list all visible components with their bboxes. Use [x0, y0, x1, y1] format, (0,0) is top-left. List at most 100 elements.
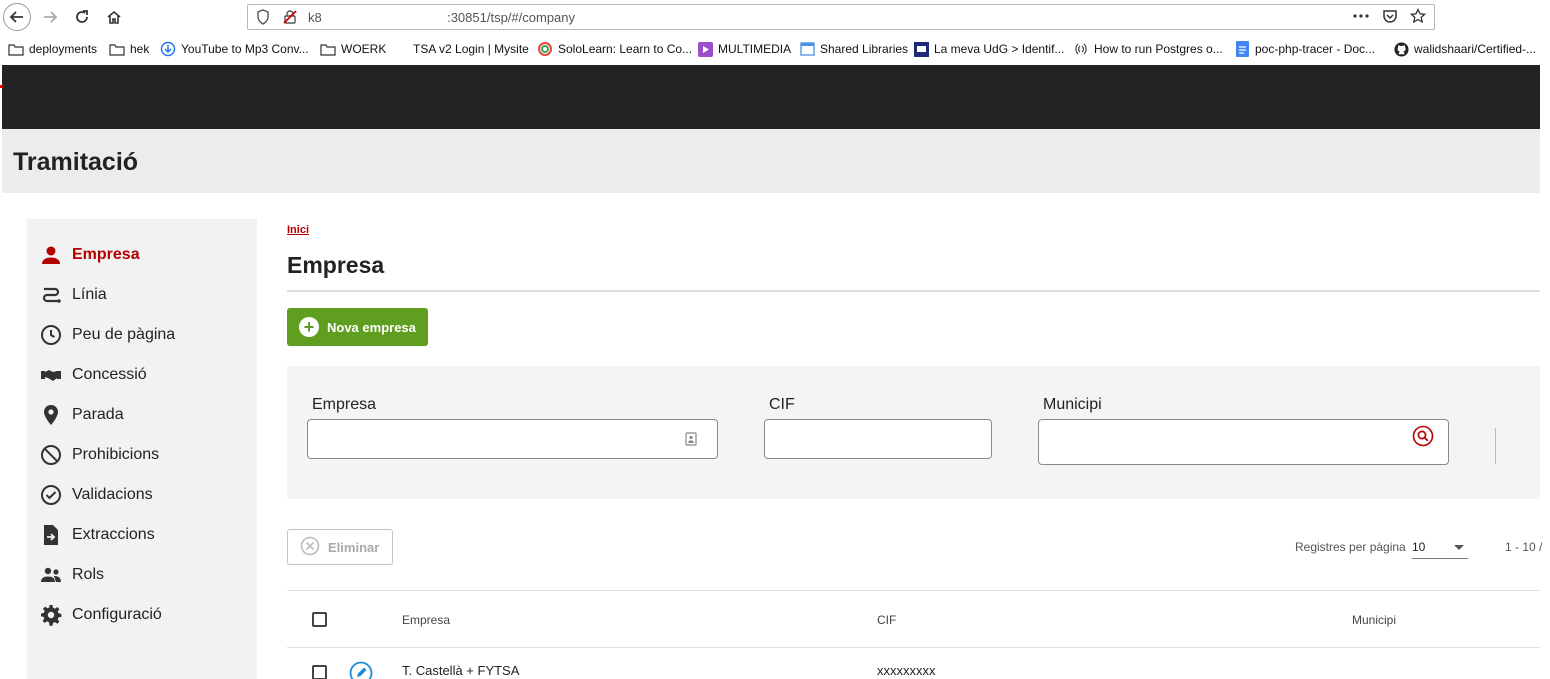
municipi-filter-input[interactable]: [1038, 419, 1449, 465]
page-size-value: 10: [1412, 540, 1426, 554]
reload-button[interactable]: [68, 3, 96, 31]
chevron-down-icon: [1454, 545, 1464, 550]
filter-cif-label: CIF: [769, 396, 795, 413]
bookmark-shared-libraries[interactable]: Shared Libraries: [799, 42, 908, 56]
folder-icon: [320, 42, 336, 56]
download-icon: [160, 41, 176, 57]
bookmarks-bar: deployments hek YouTube to Mp3 Conv... W…: [0, 38, 1550, 64]
sidebar-item-concessio[interactable]: Concessió: [40, 361, 147, 389]
bookmark-label: TSA v2 Login | Mysite: [413, 42, 529, 56]
bookmark-label: SoloLearn: Learn to Co...: [558, 42, 693, 56]
multimedia-icon: [697, 41, 713, 57]
breadcrumb-home-link[interactable]: Inici: [287, 224, 309, 236]
sidebar-item-peu-de-pagina[interactable]: Peu de pàgina: [40, 321, 175, 349]
sidebar-item-label: Prohibicions: [72, 446, 160, 463]
block-icon: [40, 444, 62, 466]
location-pin-icon: [40, 404, 62, 426]
app-top-bar: [2, 65, 1540, 129]
sidebar-item-label: Empresa: [72, 246, 140, 263]
title-divider: [287, 290, 1540, 292]
browser-toolbar: k8 :30851/tsp/#/company: [0, 0, 1550, 36]
sidebar-item-parada[interactable]: Parada: [40, 401, 124, 429]
bookmark-label: MULTIMEDIA: [718, 42, 792, 56]
cif-filter-input[interactable]: [764, 419, 992, 459]
cell-empresa: T. Castellà + FYTSA: [402, 663, 520, 678]
column-header-empresa[interactable]: Empresa: [402, 613, 450, 627]
bookmark-tsa-login[interactable]: TSA v2 Login | Mysite: [413, 42, 529, 56]
sidebar-item-configuracio[interactable]: Configuració: [40, 601, 162, 629]
sidebar-item-extraccions[interactable]: Extraccions: [40, 521, 155, 549]
route-icon: [40, 284, 62, 306]
column-header-cif[interactable]: CIF: [877, 613, 896, 627]
reload-icon: [76, 10, 88, 23]
sidebar-item-linia[interactable]: Línia: [40, 281, 107, 309]
check-circle-icon: [40, 484, 62, 506]
star-icon[interactable]: [1410, 8, 1426, 24]
filter-empresa-label: Empresa: [312, 396, 377, 413]
bookmark-label: hek: [130, 42, 150, 56]
sidebar-item-validacions[interactable]: Validacions: [40, 481, 153, 509]
home-button[interactable]: [100, 3, 128, 31]
filter-divider: [1495, 428, 1496, 464]
people-icon: [40, 564, 62, 586]
cancel-circle-icon: [300, 536, 320, 559]
row-checkbox[interactable]: [312, 665, 327, 679]
bookmark-multimedia[interactable]: MULTIMEDIA: [697, 41, 792, 57]
sidebar-item-rols[interactable]: Rols: [40, 561, 104, 589]
pocket-icon[interactable]: [1382, 8, 1398, 24]
sidebar-item-label: Rols: [72, 566, 105, 583]
pagination-range: 1 - 10 /: [1505, 540, 1543, 554]
cell-cif: xxxxxxxxx: [877, 663, 936, 678]
bookmark-label: YouTube to Mp3 Conv...: [181, 42, 309, 56]
insecure-lock-icon[interactable]: [282, 9, 298, 30]
edit-icon[interactable]: [349, 661, 373, 679]
clock-icon: [40, 324, 62, 346]
bookmark-deployments[interactable]: deployments: [8, 42, 97, 56]
bookmark-label: Shared Libraries: [820, 42, 909, 56]
forward-button[interactable]: [36, 3, 64, 31]
search-icon[interactable]: [1412, 425, 1434, 452]
shield-icon[interactable]: [256, 9, 270, 30]
page-size-select[interactable]: 10: [1412, 534, 1468, 559]
new-company-button[interactable]: + Nova empresa: [287, 308, 428, 346]
bookmark-udg[interactable]: La meva UdG > Identif...: [913, 41, 1064, 57]
table-row[interactable]: T. Castellà + FYTSA xxxxxxxxx: [287, 649, 1540, 679]
red-marker: [0, 85, 3, 88]
bookmark-label: How to run Postgres o...: [1094, 42, 1223, 56]
url-actions: [1352, 8, 1426, 24]
page-icon: [799, 42, 815, 56]
delete-button[interactable]: Eliminar: [287, 529, 393, 565]
folder-icon: [8, 42, 24, 56]
page-size-label: Registres per pàgina: [1295, 540, 1406, 554]
sidebar-item-label: Peu de pàgina: [72, 326, 176, 343]
bookmark-postgres[interactable]: How to run Postgres o...: [1073, 42, 1223, 56]
new-company-label: Nova empresa: [327, 319, 416, 335]
table-header: Empresa CIF Municipi: [287, 591, 1540, 648]
more-icon[interactable]: [1352, 13, 1370, 19]
bookmark-youtube-mp3[interactable]: YouTube to Mp3 Conv...: [160, 41, 309, 57]
bookmark-github[interactable]: walidshaari/Certified-...: [1393, 41, 1536, 57]
sidebar-item-label: Configuració: [72, 606, 162, 623]
github-icon: [1393, 41, 1409, 57]
bookmark-label: poc-php-tracer - Doc...: [1255, 42, 1376, 56]
bookmark-hek[interactable]: hek: [109, 42, 149, 56]
bookmark-woerk[interactable]: WOERK: [320, 42, 386, 56]
bookmark-poc-php-tracer[interactable]: poc-php-tracer - Doc...: [1234, 41, 1376, 57]
udg-icon: [913, 41, 929, 57]
back-button[interactable]: [3, 3, 31, 31]
url-suffix: :30851/tsp/#/company: [446, 10, 576, 25]
doc-icon: [1234, 41, 1250, 57]
address-bar[interactable]: k8 :30851/tsp/#/company: [247, 4, 1435, 30]
empresa-filter-input[interactable]: [307, 419, 718, 459]
column-header-municipi[interactable]: Municipi: [1352, 613, 1396, 627]
sidebar-item-empresa[interactable]: Empresa: [40, 241, 140, 269]
bookmark-sololearn[interactable]: SoloLearn: Learn to Co...: [537, 42, 692, 56]
sololearn-icon: [537, 42, 553, 56]
page-title: Empresa: [287, 252, 385, 278]
select-all-checkbox[interactable]: [312, 612, 327, 627]
filter-panel: Empresa CIF Municipi: [287, 366, 1540, 499]
app-title: Tramitació: [13, 148, 139, 176]
home-icon: [107, 10, 121, 24]
handshake-icon: [40, 364, 62, 386]
sidebar-item-prohibicions[interactable]: Prohibicions: [40, 441, 159, 469]
